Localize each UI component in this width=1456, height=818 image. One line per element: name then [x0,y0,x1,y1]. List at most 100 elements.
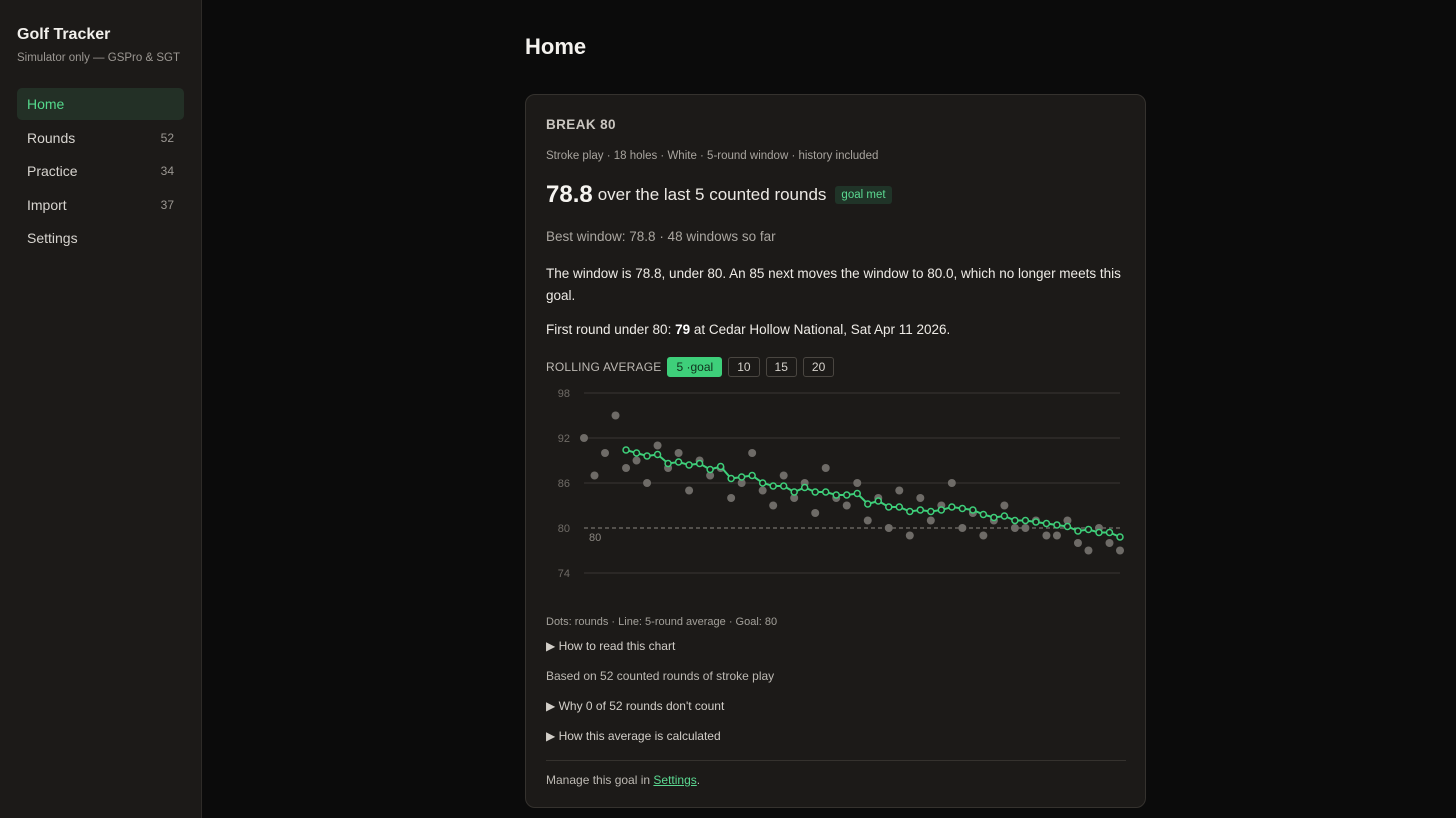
rolling-average-point [969,506,977,514]
round-dot [1042,531,1051,540]
rolling-average-point [1021,516,1030,525]
rolling-average-point [842,491,851,499]
round-dot [601,449,610,457]
rolling-average-point [790,488,798,496]
rolling-average-point [748,471,756,480]
how-calculated-toggle[interactable]: ▶ How this average is calculated [546,729,721,743]
rolling-average-point [674,458,683,466]
rolling-option-5[interactable]: 5 ·goal [667,357,723,377]
round-dot [916,494,925,502]
settings-link[interactable]: Settings [653,773,696,787]
why-not-count-toggle[interactable]: ▶ Why 0 of 52 rounds don't count [546,699,724,713]
round-dot [811,509,820,517]
round-dot [632,456,641,465]
round-dot [926,516,935,525]
how-to-read-toggle[interactable]: ▶ How to read this chart [546,639,675,653]
round-dot [1116,546,1124,555]
rolling-average-label: ROLLING AVERAGE [546,360,662,374]
rolling-average-point [1084,525,1093,534]
round-dot [1010,524,1019,532]
sidebar-item-count: 37 [160,197,174,212]
rolling-average-point [958,504,967,513]
rolling-average-point [632,449,641,457]
sidebar-item-count: 52 [160,130,174,145]
rolling-average-point [653,450,662,459]
round-dot [685,486,694,495]
app-subtitle: Simulator only — GSPro & SGT [17,52,180,64]
rolling-average-point [874,497,883,505]
round-dot [905,531,914,540]
rolling-average-point [1063,522,1072,531]
y-tick-label: 92 [558,433,570,445]
round-dot [853,479,862,487]
rolling-average-point [864,500,872,508]
round-dot [1084,546,1093,555]
sidebar-item-settings[interactable]: Settings [17,222,184,254]
sidebar-item-label: Practice [27,163,78,179]
sidebar-item-label: Settings [27,230,78,246]
round-dot [895,486,904,495]
first-round-prefix: First round under 80: [546,322,672,337]
goal-meta: Stroke play · 18 holes · White · 5-round… [546,150,879,162]
round-dot [1052,531,1061,540]
round-dot [1021,524,1030,532]
headline-value: 78.8 [546,181,593,208]
page-title: Home [525,34,587,59]
goal-explanation: The window is 78.8, under 80. An 85 next… [546,266,1121,303]
sidebar-item-label: Home [27,96,65,112]
rolling-option-10[interactable]: 10 [728,357,760,377]
rolling-average-point [1105,528,1114,537]
sidebar-item-import[interactable]: Import 37 [17,189,184,221]
round-dot [580,434,588,442]
goal-line-label: 80 [589,532,601,544]
round-dot [821,464,830,472]
rolling-average-point [800,483,809,492]
first-round-suffix: at Cedar Hollow National, Sat Apr 11 202… [693,322,951,337]
goal-name: BREAK 80 [546,117,616,132]
rolling-average-point [1011,516,1019,525]
chart-legend: Dots: rounds · Line: 5-round average · G… [546,616,778,628]
round-dot [622,464,631,472]
rolling-average-point [1000,512,1009,520]
rolling-average-point [927,507,935,516]
sidebar-item-count: 34 [160,164,174,178]
y-tick-label: 86 [558,478,570,490]
round-dot [958,524,967,532]
rolling-average-point [685,461,693,469]
manage-goal: Manage this goal in Settings. [546,773,700,787]
round-dot [643,479,652,487]
rolling-average-point [769,482,777,490]
rolling-average-point [695,459,704,468]
y-tick-label: 98 [558,388,570,400]
headline-text: over the last 5 counted rounds [597,185,827,204]
rolling-average-point [1053,521,1061,529]
sidebar-item-practice[interactable]: Practice 34 [17,155,184,187]
rolling-average-point [885,503,893,511]
round-dot [653,441,662,450]
rolling-average-point [758,479,767,487]
rolling-average-point [853,489,862,498]
rolling-average-point [990,513,998,522]
rolling-average-point [821,488,830,496]
rolling-option-20[interactable]: 20 [802,357,835,377]
round-dot [590,471,599,480]
goal-headline: 78.8 over the last 5 counted rounds goal… [546,181,892,209]
first-round-under: First round under 80: 79 at Cedar Hollow… [546,322,950,337]
rolling-average-point [727,474,735,483]
y-tick-label: 80 [558,523,570,535]
rolling-average-point [811,488,819,496]
y-tick-label: 74 [558,568,570,580]
status-badge: goal met [835,186,892,204]
manage-suffix: . [696,773,701,787]
sidebar: Golf Tracker Simulator only — GSPro & SG… [0,0,202,818]
sidebar-item-home[interactable]: Home [17,88,184,120]
divider [546,760,1126,761]
round-dot [884,524,893,532]
rolling-option-15[interactable]: 15 [765,357,797,377]
goal-card: BREAK 80 Stroke play · 18 holes · White … [525,94,1146,808]
sidebar-item-rounds[interactable]: Rounds 52 [17,122,184,154]
sidebar-item-label: Rounds [27,129,76,146]
rolling-average-selector: ROLLING AVERAGE 5 ·goal 10 15 20 [546,357,840,377]
round-dot [779,471,788,480]
rolling-average-point [664,459,672,468]
